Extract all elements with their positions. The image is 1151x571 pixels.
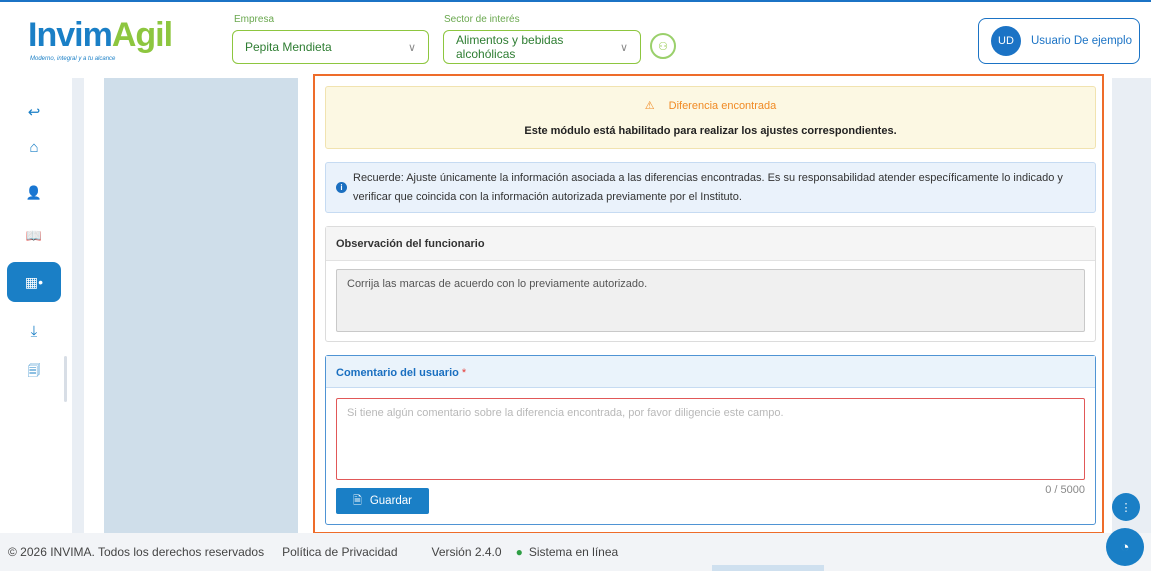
save-label: Guardar [369,495,413,507]
people-icon: ⚇ [658,40,668,53]
info-notice: i Recuerde: Ajuste únicamente la informa… [325,162,1096,213]
save-icon: 🗎 [352,494,362,507]
top-header: InvimAgil Moderno, integral y a tu alcan… [0,0,1151,78]
character-counter: 0 / 5000 [1045,484,1085,496]
comment-card: Comentario del usuario * Si tiene algún … [325,355,1096,525]
logo-wordmark: InvimAgil [28,16,173,54]
required-mark: * [461,367,467,379]
save-button[interactable]: 🗎 Guardar [336,488,429,514]
sidebar-scrollbar[interactable] [64,356,67,402]
user-name: Usuario De ejemplo [1031,35,1132,47]
more-options-button[interactable]: ⋮ [1112,493,1140,521]
sector-value: Alimentos y bebidas alcohólicas [456,33,564,61]
privacy-link[interactable]: Política de Privacidad [282,545,397,559]
version-text: Versión 2.4.0 [431,545,502,559]
footer: © 2026 INVIMA. Todos los derechos reserv… [0,533,1151,571]
empresa-label: Empresa [234,14,275,25]
home-icon[interactable]: ⌂ [22,137,46,157]
empresa-select[interactable]: Pepita Mendieta ∨ [232,30,429,64]
footer-indicator [712,565,824,571]
sidebar-nav: ↩ ⌂ 👤 📖 ▦• ⤓ 🗐 [0,78,72,533]
warning-icon: ⚠ [644,100,655,112]
difference-alert: ⚠ Diferencia encontrada Este módulo está … [325,86,1096,149]
adjustment-panel: ⚠ Diferencia encontrada Este módulo está … [313,74,1104,534]
empresa-value: Pepita Mendieta [245,40,332,54]
grid-icon[interactable]: ▦• [7,262,61,302]
sector-select[interactable]: Alimentos y bebidas alcohólicas ∨ [443,30,641,64]
comment-title: Comentario del usuario * [326,356,1095,388]
copyright-text: © 2026 INVIMA. Todos los derechos reserv… [8,545,265,559]
info-icon: i [336,182,347,193]
info-text: Recuerde: Ajuste únicamente la informaci… [353,172,1063,203]
invima-agil-logo[interactable]: InvimAgil Moderno, integral y a tu alcan… [28,16,178,66]
chevron-down-icon: ∨ [407,41,416,54]
observation-title: Observación del funcionario [326,227,1095,261]
back-arrow-icon[interactable]: ↩ [22,102,46,122]
logo-tagline: Moderno, integral y a tu alcance [30,56,116,62]
sector-label: Sector de interés [444,14,520,25]
chat-icon: ◔ [1120,538,1130,556]
sector-info-button[interactable]: ⚇ [650,33,676,59]
chevron-down-icon: ∨ [619,41,628,54]
user-menu-button[interactable]: UD Usuario De ejemplo [978,18,1140,64]
avatar: UD [991,26,1021,56]
status-dot-icon: ● [515,545,523,559]
left-content-strip [104,78,298,533]
observation-card: Observación del funcionario Corrija las … [325,226,1096,342]
comment-textarea[interactable]: Si tiene algún comentario sobre la difer… [336,398,1085,480]
observation-textarea: Corrija las marcas de acuerdo con lo pre… [336,269,1085,332]
user-icon[interactable]: 👤 [22,183,46,203]
alert-title: ⚠ Diferencia encontrada [644,100,777,112]
help-chat-button[interactable]: ◔ [1106,528,1144,566]
download-doc-icon[interactable]: ⤓ [22,321,46,341]
documents-icon[interactable]: 🗐 [22,363,46,383]
book-icon[interactable]: 📖 [22,226,46,246]
system-status: Sistema en línea [528,545,619,559]
dots-icon: ⋮ [1120,501,1132,514]
alert-message: Este módulo está habilitado para realiza… [524,125,897,137]
